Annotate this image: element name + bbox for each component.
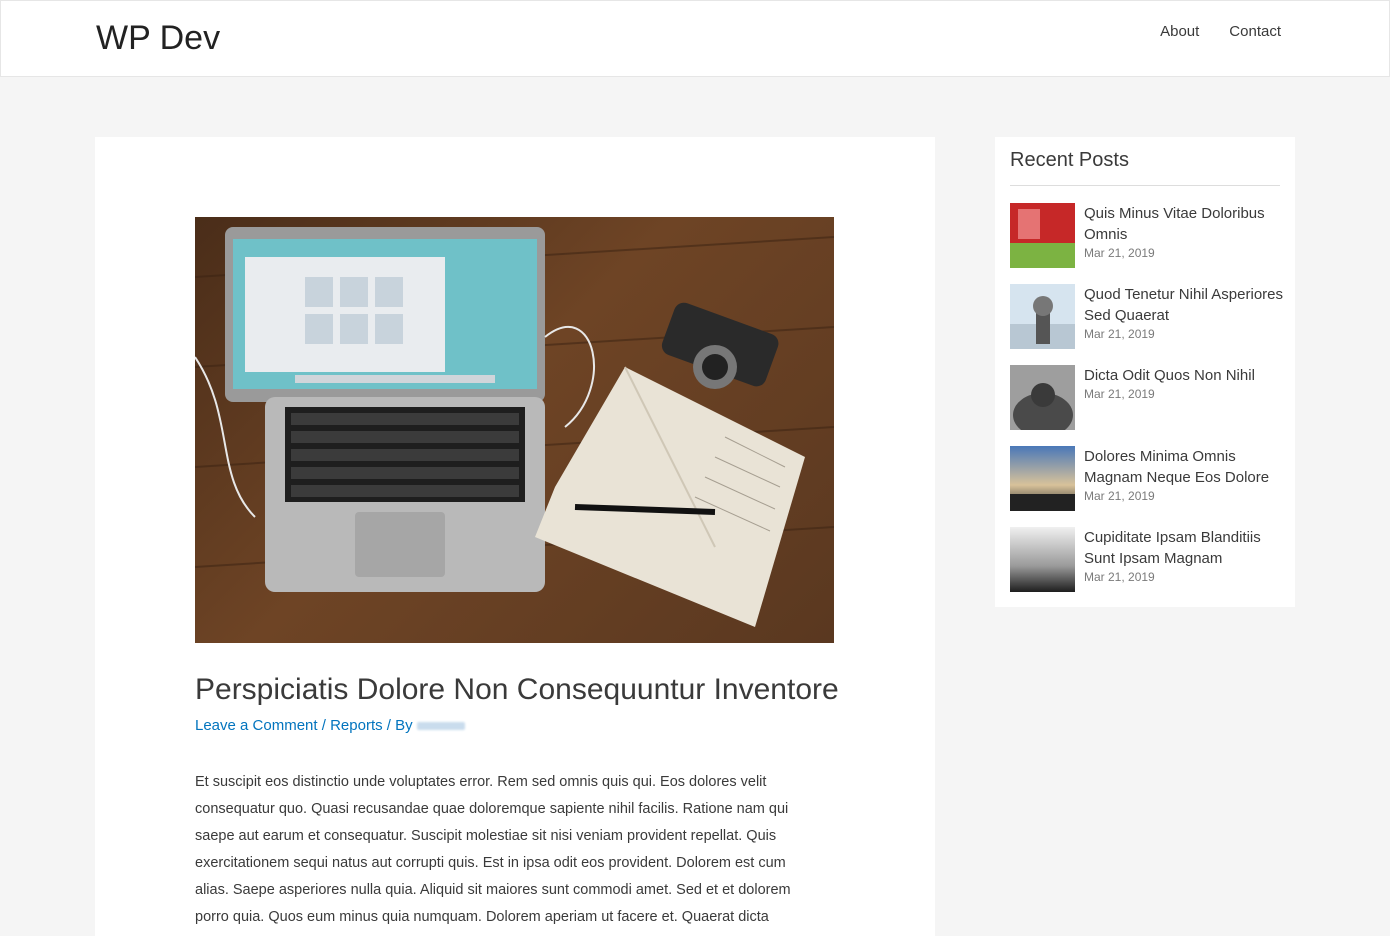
site-header: WP Dev About Contact: [0, 0, 1390, 77]
recent-post-date: Mar 21, 2019: [1084, 246, 1155, 260]
post-thumbnail[interactable]: [1010, 527, 1075, 592]
meta-separator: /: [321, 717, 326, 734]
laptop-desk-image: [195, 227, 834, 627]
list-item: Quis Minus Vitae Doloribus Omnis Mar 21,…: [1010, 203, 1285, 269]
list-item: Dicta Odit Quos Non Nihil Mar 21, 2019: [1010, 365, 1285, 431]
post-title[interactable]: Perspiciatis Dolore Non Consequuntur Inv…: [195, 673, 839, 707]
recent-post-date: Mar 21, 2019: [1084, 387, 1155, 401]
sidebar-widget: Recent Posts Quis Minus Vitae Doloribus …: [995, 137, 1295, 607]
post-thumbnail[interactable]: [1010, 284, 1075, 349]
meta-by-label: / By: [386, 717, 413, 734]
recent-post-title-link[interactable]: Quod Tenetur Nihil Asperiores Sed Quaera…: [1084, 284, 1284, 326]
nav-about-link[interactable]: About: [1160, 23, 1199, 40]
list-item: Quod Tenetur Nihil Asperiores Sed Quaera…: [1010, 284, 1285, 350]
recent-post-title-link[interactable]: Quis Minus Vitae Doloribus Omnis: [1084, 203, 1284, 245]
post-thumbnail[interactable]: [1010, 203, 1075, 268]
leave-comment-link[interactable]: Leave a Comment: [195, 717, 318, 734]
list-item: Dolores Minima Omnis Magnam Neque Eos Do…: [1010, 446, 1285, 512]
author-link-redacted[interactable]: [416, 722, 465, 731]
nav-contact-link[interactable]: Contact: [1229, 23, 1281, 40]
post-thumbnail[interactable]: [1010, 365, 1075, 430]
list-item: Cupiditate Ipsam Blanditiis Sunt Ipsam M…: [1010, 527, 1285, 593]
category-link[interactable]: Reports: [330, 717, 383, 734]
recent-post-date: Mar 21, 2019: [1084, 327, 1155, 341]
site-title-link[interactable]: WP Dev: [96, 19, 220, 58]
widget-title: Recent Posts: [1010, 149, 1129, 171]
post-thumbnail[interactable]: [1010, 446, 1075, 511]
recent-post-title-link[interactable]: Cupiditate Ipsam Blanditiis Sunt Ipsam M…: [1084, 527, 1284, 569]
post-article: Perspiciatis Dolore Non Consequuntur Inv…: [95, 137, 935, 936]
recent-post-title-link[interactable]: Dicta Odit Quos Non Nihil: [1084, 365, 1284, 386]
featured-image[interactable]: [195, 217, 834, 643]
primary-nav: About Contact: [1160, 23, 1281, 40]
post-meta: Leave a Comment / Reports / By: [195, 717, 465, 734]
recent-post-title-link[interactable]: Dolores Minima Omnis Magnam Neque Eos Do…: [1084, 446, 1284, 488]
widget-divider: [1010, 185, 1280, 186]
post-excerpt: Et suscipit eos distinctio unde voluptat…: [195, 774, 791, 925]
recent-post-date: Mar 21, 2019: [1084, 570, 1155, 584]
recent-post-date: Mar 21, 2019: [1084, 489, 1155, 503]
